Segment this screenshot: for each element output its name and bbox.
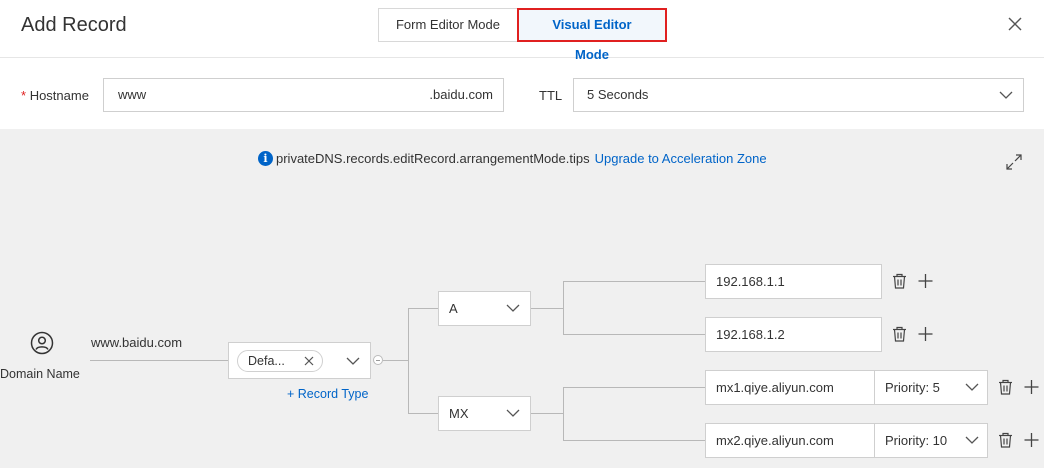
tips-text: privateDNS.records.editRecord.arrangemen… (276, 151, 590, 166)
hostname-label-text: Hostname (29, 88, 89, 103)
tab-visual-editor-mode[interactable]: Visual Editor Mode (517, 8, 667, 62)
plus-icon[interactable] (918, 273, 933, 289)
domain-name-label: Domain Name (0, 367, 80, 381)
plus-icon[interactable] (1024, 379, 1039, 395)
priority-select[interactable]: Priority: 5 (874, 370, 988, 405)
trash-icon[interactable] (998, 432, 1013, 448)
record-value: 192.168.1.2 (716, 327, 785, 342)
hostname-suffix: .baidu.com (429, 87, 493, 102)
domain-name-value: www.baidu.com (91, 335, 183, 350)
trash-icon[interactable] (892, 326, 907, 342)
hostname-label: * Hostname (21, 88, 89, 103)
record-value: mx1.qiye.aliyun.com (716, 380, 834, 395)
tips-banner: i privateDNS.records.editRecord.arrangem… (258, 151, 767, 166)
record-type-value: A (449, 301, 458, 316)
hostname-input[interactable]: www .baidu.com (103, 78, 504, 112)
chevron-down-icon (965, 383, 979, 391)
info-icon: i (258, 151, 273, 166)
record-form-row: * Hostname www .baidu.com TTL 5 Seconds (0, 59, 1044, 129)
priority-value: Priority: 10 (885, 433, 948, 448)
record-type-value: MX (449, 406, 469, 421)
trash-icon[interactable] (998, 379, 1013, 395)
record-value-input[interactable]: mx1.qiye.aliyun.com (705, 370, 875, 405)
record-type-select-a[interactable]: A (438, 291, 531, 326)
collapse-toggle[interactable] (373, 355, 383, 365)
chevron-down-icon (506, 409, 520, 417)
visual-editor-canvas: i privateDNS.records.editRecord.arrangem… (0, 129, 1044, 468)
dialog-header: Add Record Form Editor Mode Visual Edito… (0, 0, 1044, 62)
chevron-down-icon (965, 436, 979, 444)
record-value: 192.168.1.1 (716, 274, 785, 289)
user-icon (30, 331, 54, 355)
add-record-type-link[interactable]: + Record Type (287, 387, 368, 401)
chevron-down-icon (506, 304, 520, 312)
ttl-select[interactable]: 5 Seconds (573, 78, 1024, 112)
record-type-select-mx[interactable]: MX (438, 396, 531, 431)
hostname-value: www (118, 87, 147, 102)
record-value-input[interactable]: 192.168.1.1 (705, 264, 882, 299)
chevron-down-icon (346, 357, 360, 365)
priority-select[interactable]: Priority: 10 (874, 423, 988, 458)
ttl-value: 5 Seconds (587, 87, 649, 102)
line-tag-label: Defa... (248, 354, 285, 368)
upgrade-acceleration-zone-link[interactable]: Upgrade to Acceleration Zone (595, 151, 767, 166)
mode-tabs: Form Editor Mode Visual Editor Mode (378, 8, 667, 62)
close-icon[interactable] (304, 356, 314, 366)
line-tag: Defa... (237, 350, 323, 372)
record-value: mx2.qiye.aliyun.com (716, 433, 834, 448)
plus-icon[interactable] (1024, 432, 1039, 448)
dialog-title: Add Record (21, 14, 127, 36)
close-icon[interactable] (1005, 14, 1025, 34)
chevron-down-icon (999, 91, 1013, 99)
required-mark: * (21, 88, 27, 103)
expand-icon[interactable] (1006, 154, 1022, 170)
priority-value: Priority: 5 (885, 380, 940, 395)
ttl-label: TTL (539, 88, 563, 103)
line-select[interactable]: Defa... (228, 342, 371, 379)
record-value-input[interactable]: mx2.qiye.aliyun.com (705, 423, 875, 458)
plus-icon[interactable] (918, 326, 933, 342)
trash-icon[interactable] (892, 273, 907, 289)
tab-form-editor-mode[interactable]: Form Editor Mode (378, 8, 517, 42)
record-value-input[interactable]: 192.168.1.2 (705, 317, 882, 352)
